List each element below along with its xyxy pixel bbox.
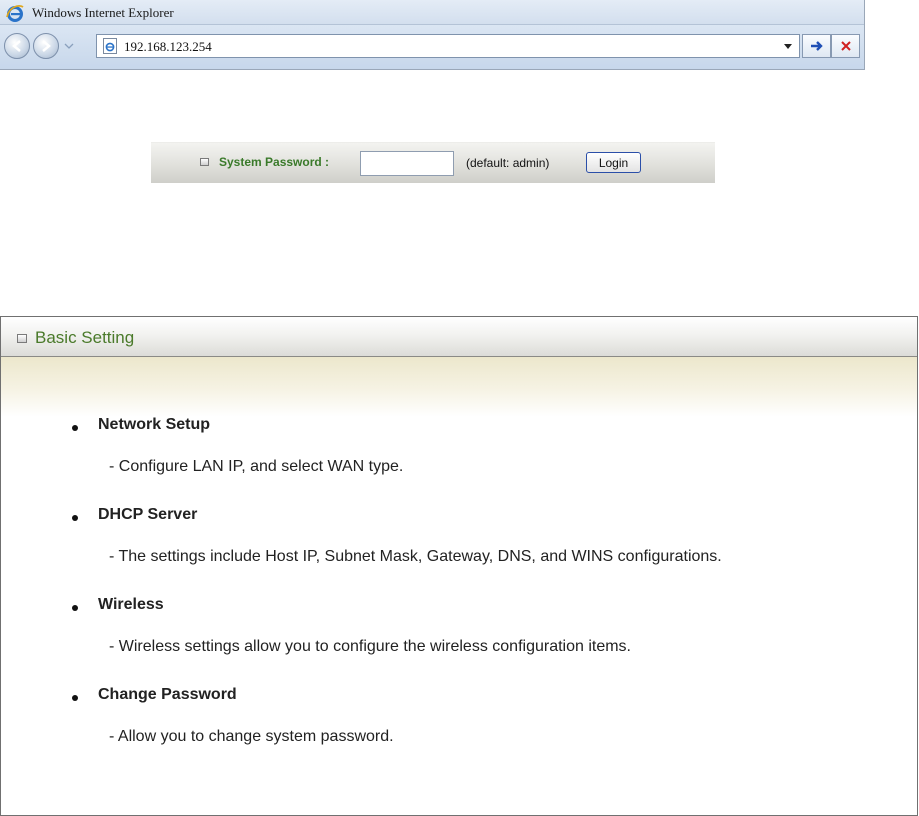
panel-header: Basic Setting	[1, 317, 917, 357]
go-button[interactable]	[802, 34, 831, 58]
stop-button[interactable]	[831, 34, 860, 58]
panel-header-band	[1, 357, 917, 417]
item-title-network-setup: Network Setup	[98, 416, 211, 433]
go-arrow-icon	[810, 41, 823, 51]
address-dropdown-arrow[interactable]	[784, 44, 792, 49]
back-button[interactable]	[4, 33, 30, 59]
back-arrow-icon	[12, 40, 21, 52]
window-title: Windows Internet Explorer	[32, 5, 174, 20]
login-button[interactable]: Login	[586, 152, 641, 173]
square-bullet-icon	[200, 158, 209, 166]
navigation-bar: 192.168.123.254	[0, 25, 864, 69]
default-password-hint: (default: admin)	[466, 156, 550, 170]
item-desc-change-password: - Allow you to change system password.	[109, 728, 394, 745]
password-input[interactable]	[360, 151, 454, 176]
ie-logo-icon	[6, 4, 24, 22]
address-text: 192.168.123.254	[124, 39, 212, 54]
page-icon	[103, 38, 117, 54]
address-bar[interactable]: 192.168.123.254	[96, 34, 800, 58]
bullet-icon	[72, 425, 78, 431]
history-dropdown[interactable]	[64, 42, 74, 50]
title-bar: Windows Internet Explorer	[0, 0, 864, 25]
panel-title: Basic Setting	[35, 328, 135, 347]
chevron-down-icon	[64, 43, 74, 49]
item-desc-wireless: - Wireless settings allow you to configu…	[109, 638, 631, 655]
item-title-dhcp-server: DHCP Server	[98, 506, 198, 523]
bullet-icon	[72, 695, 78, 701]
basic-setting-panel: Basic Setting Network Setup - Configure …	[0, 316, 918, 816]
square-bullet-icon	[17, 334, 27, 343]
item-title-change-password: Change Password	[98, 686, 237, 703]
item-title-wireless: Wireless	[98, 596, 164, 613]
bullet-icon	[72, 515, 78, 521]
bullet-icon	[72, 605, 78, 611]
login-bar: System Password : (default: admin) Login	[151, 142, 715, 183]
item-desc-network-setup: - Configure LAN IP, and select WAN type.	[109, 458, 404, 475]
browser-window: Windows Internet Explorer 192.168.123.25…	[0, 0, 865, 70]
forward-arrow-icon	[42, 40, 51, 52]
item-desc-dhcp-server: - The settings include Host IP, Subnet M…	[109, 548, 722, 565]
forward-button[interactable]	[33, 33, 59, 59]
close-icon	[840, 41, 851, 51]
password-label: System Password :	[219, 155, 330, 169]
